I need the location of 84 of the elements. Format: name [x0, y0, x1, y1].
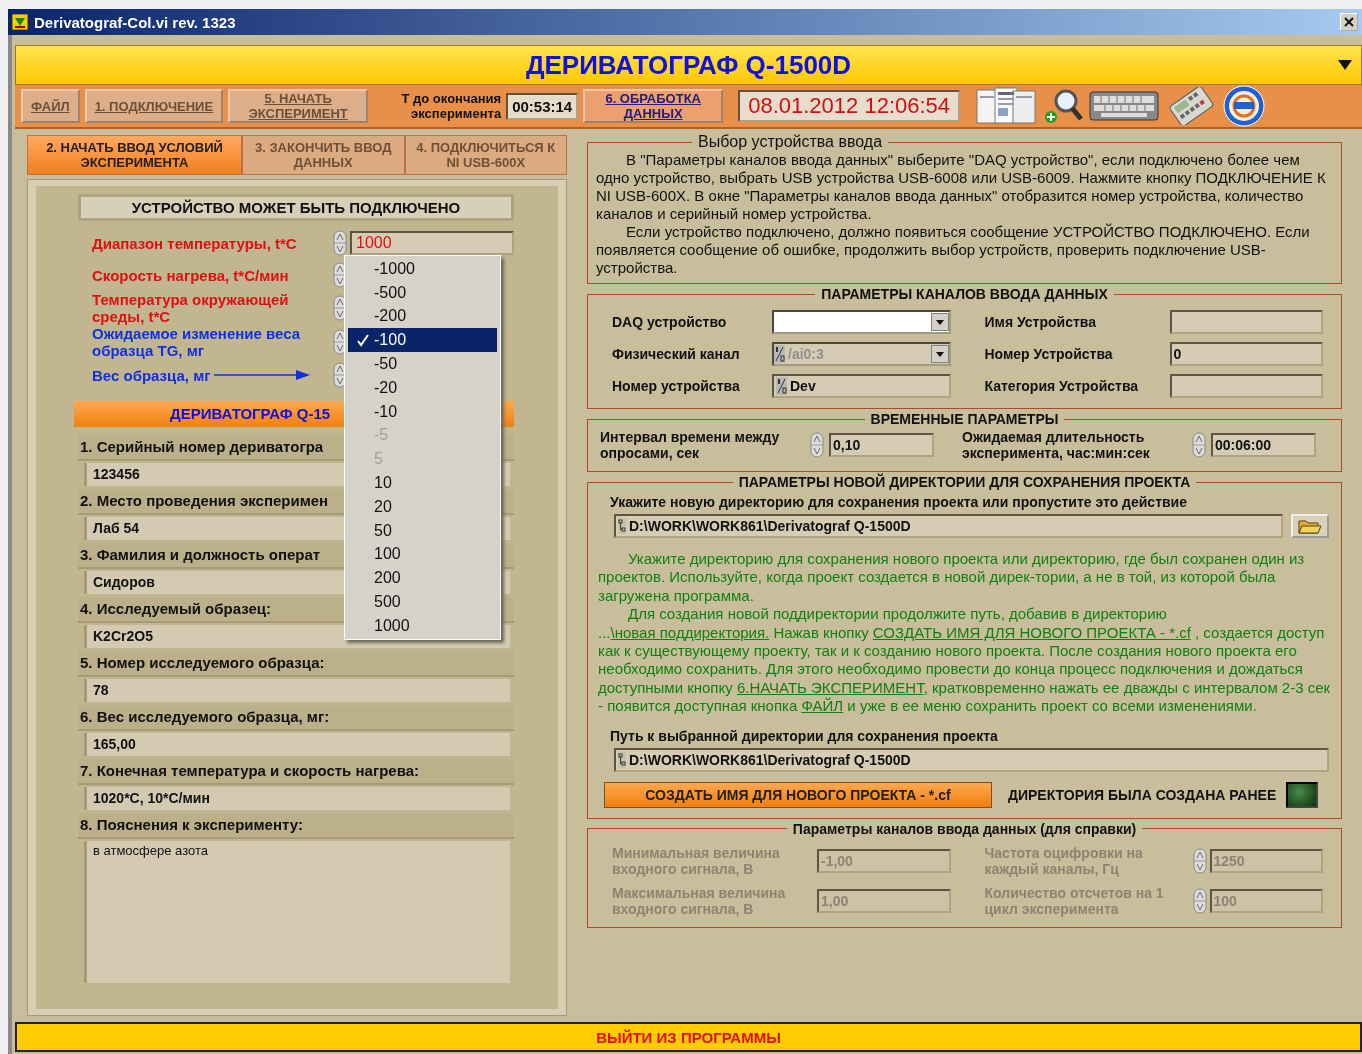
parameter-label: Ожидаемое изменение веса образца TG, мг	[92, 325, 302, 359]
field-label: 6. Вес исследуемого образца, мг:	[78, 705, 514, 731]
input-field[interactable]: 00:06:00	[1211, 433, 1316, 457]
field-label: Имя Устройства	[984, 314, 1097, 330]
close-button[interactable]	[1340, 13, 1358, 31]
close-icon	[1344, 17, 1354, 27]
group-title: ВРЕМЕННЫЕ ПАРАМЕТРЫ	[869, 411, 1060, 427]
input-field[interactable]: 0,10	[829, 433, 934, 457]
check-icon	[356, 333, 370, 348]
path-field[interactable]: D:\WORK\WORK861\Derivatograf Q-1500D	[614, 514, 1283, 538]
dropdown[interactable]	[772, 310, 951, 334]
path-icon	[618, 751, 626, 768]
field-label: 7. Конечная температура и скорость нагрева:	[78, 759, 514, 785]
input-field[interactable]: Dev	[772, 374, 951, 398]
field-label: Физический канал	[612, 346, 741, 362]
input-field[interactable]	[1169, 374, 1323, 398]
group-title: ПАРАМЕТРЫ КАНАЛОВ ВВОДА ДАННЫХ	[820, 286, 1109, 302]
spin-buttons[interactable]	[333, 230, 347, 256]
group-title: Параметры каналов ввода данных (для справки)	[791, 820, 1138, 837]
instruction-text: В "Параметры каналов ввода данных" выберите "DAQ устройство", если подключено более чем одно устройство, выбрать USB устройства USB-6008 или USB-6009. Нажмите кнопку ПОДКЛЮЧЕНИЕ К NI USB-600X. В окне "Параметры каналов ввода данных" отобразится номер устройства, количество каналов и серийный номер устройства.	[596, 151, 1327, 223]
instruction-text: Для создания новой поддиректории продолжите путь, добавив в директорию ...\новая поддиректория. Нажав кнопку СОЗДАТЬ ИМЯ ДЛЯ НОВОГО ПРОЕКТА - *.cf , создается доступ как к существующему проекту, так и к созданию нового проекта. После создания нового проекта его необходимо сохранить. Для этого необходимо провести до конца процесс подключения и дождаться доступными кнопку 6.НАЧАТЬ ЭКСПЕРИМЕНТ, кратковременно нажать ее дважды с интервалом 2-3 сек - появится доступная кнопка ФАЙЛ и уже в ее меню сохранить проект со всеми изменениями.	[598, 605, 1331, 716]
io-icon	[774, 345, 785, 363]
indicator-label: ДИРЕКТОРИЯ БЫЛА СОЗДАНА РАНЕЕ	[1008, 786, 1277, 803]
input-field[interactable]: 1020*C, 10*C/мин	[84, 787, 510, 810]
menu-item[interactable]: -10	[348, 399, 497, 424]
folder-icon	[1298, 518, 1322, 534]
input-field[interactable]: 78	[84, 679, 510, 702]
field-label: Путь к выбранной директории для сохранения проекта	[609, 726, 999, 746]
search-icon[interactable]	[1042, 87, 1085, 125]
io-icon	[776, 377, 787, 395]
menu-item[interactable]: -500	[348, 280, 497, 305]
text-area[interactable]: в атмосфере азота	[84, 841, 510, 983]
field-label: 5. Номер исследуемого образца:	[78, 651, 514, 677]
timer-label: Т до окончания эксперимента	[400, 91, 502, 121]
field-label: Номер устройства	[612, 378, 741, 394]
spin-buttons[interactable]	[1192, 887, 1207, 914]
caret-icon[interactable]	[1337, 59, 1353, 71]
status-message: УСТРОЙСТВО МОЖЕТ БЫТЬ ПОДКЛЮЧЕНО	[78, 194, 514, 221]
menu-item[interactable]: -1000	[348, 257, 497, 281]
menu-item[interactable]: 50	[348, 518, 497, 543]
group-title: ПАРАМЕТРЫ НОВОЙ ДИРЕКТОРИИ ДЛЯ СОХРАНЕНИЯ ПРОЕКТА	[737, 474, 1192, 490]
keyboard-icon[interactable]	[1089, 90, 1160, 122]
field-label: Частота оцифровки на каждый каналы, Гц	[984, 844, 1144, 877]
field-label: Максимальная величина входного сигнала, В	[612, 884, 787, 917]
window-title: Derivatograf-Col.vi rev. 1323	[34, 13, 237, 31]
spin-buttons[interactable]	[1192, 847, 1207, 874]
app-title: ДЕРИВАТОГРАФ Q-1500D	[525, 49, 852, 81]
parameter-label: Скорость нагрева, t*C/мин	[92, 266, 289, 284]
parameter-label: Вес образца, мг	[92, 366, 211, 384]
instruction-text: Укажите директорию для сохранения нового проекта или директорию, где был сохранен один из проектов. Используйте, когда проект создается в новой дирек-тории, а не в той, из которой была загружена программа.	[598, 550, 1306, 606]
step-button[interactable]: 2. НАЧАТЬ ВВОД УСЛОВИЙ ЭКСПЕРИМЕНТА	[27, 135, 242, 175]
menu-item[interactable]: -50	[348, 352, 497, 376]
instruction-text: Если устройство подключено, должно появиться сообщение УСТРОЙСТВО ПОДКЛЮЧЕНО. Если появляется сообщение об ошибке, продолжить выбор устройств, проверить подключение USB-устройства.	[596, 223, 1311, 277]
emblem-icon[interactable]	[1221, 85, 1268, 127]
create-button[interactable]: СОЗДАТЬ ИМЯ ДЛЯ НОВОГО ПРОЕКТА - *.cf	[604, 781, 992, 808]
parameter-label: Температура окружающей среды, t*C	[92, 291, 290, 325]
app-icon	[12, 14, 28, 30]
date-time-field: 08.01.2012 12:06:54	[738, 90, 961, 122]
timer-field: 00:53:14	[506, 92, 579, 120]
document-icon[interactable]	[975, 87, 1038, 125]
parameter-label: Диапазон температуры, t*C	[92, 234, 297, 252]
path-icon	[618, 518, 626, 534]
field-label: Количество отсчетов на 1 цикл эксперимента	[984, 884, 1165, 917]
input-field[interactable]: 165,00	[84, 733, 510, 756]
menu-item[interactable]: -20	[348, 376, 497, 400]
spin-buttons[interactable]	[810, 432, 824, 458]
toolbar-button[interactable]: 6. ОБРАБОТКА ДАННЫХ	[583, 89, 724, 123]
input-field[interactable]: 0	[1169, 342, 1323, 366]
field-label: Ожидаемая длительность эксперимента, час:мин:сек	[962, 429, 1151, 461]
field-label: Минимальная величина входного сигнала, В	[612, 844, 781, 877]
field-label: 8. Пояснения к эксперименту:	[78, 813, 514, 839]
input-field[interactable]	[1169, 310, 1323, 334]
field-label: Укажите новую директорию для сохранения проекта или пропустите это действие	[609, 493, 1188, 512]
browse-button[interactable]	[1291, 514, 1329, 538]
menu-item[interactable]: -200	[348, 304, 497, 329]
group-title: Выбор устройства ввода	[697, 133, 884, 151]
path-field[interactable]: D:\WORK\WORK861\Derivatograf Q-1500D	[614, 747, 1329, 772]
field-label: Категория Устройства	[984, 378, 1140, 394]
spin-buttons[interactable]	[1192, 432, 1206, 458]
field-label: DAQ устройство	[612, 314, 728, 330]
field-label: Номер Устройства	[984, 346, 1114, 362]
field-label: Интервал времени между опросами, сек	[600, 429, 781, 461]
menu-item[interactable]: 100	[348, 542, 497, 567]
menu-item[interactable]: -100	[348, 328, 497, 353]
